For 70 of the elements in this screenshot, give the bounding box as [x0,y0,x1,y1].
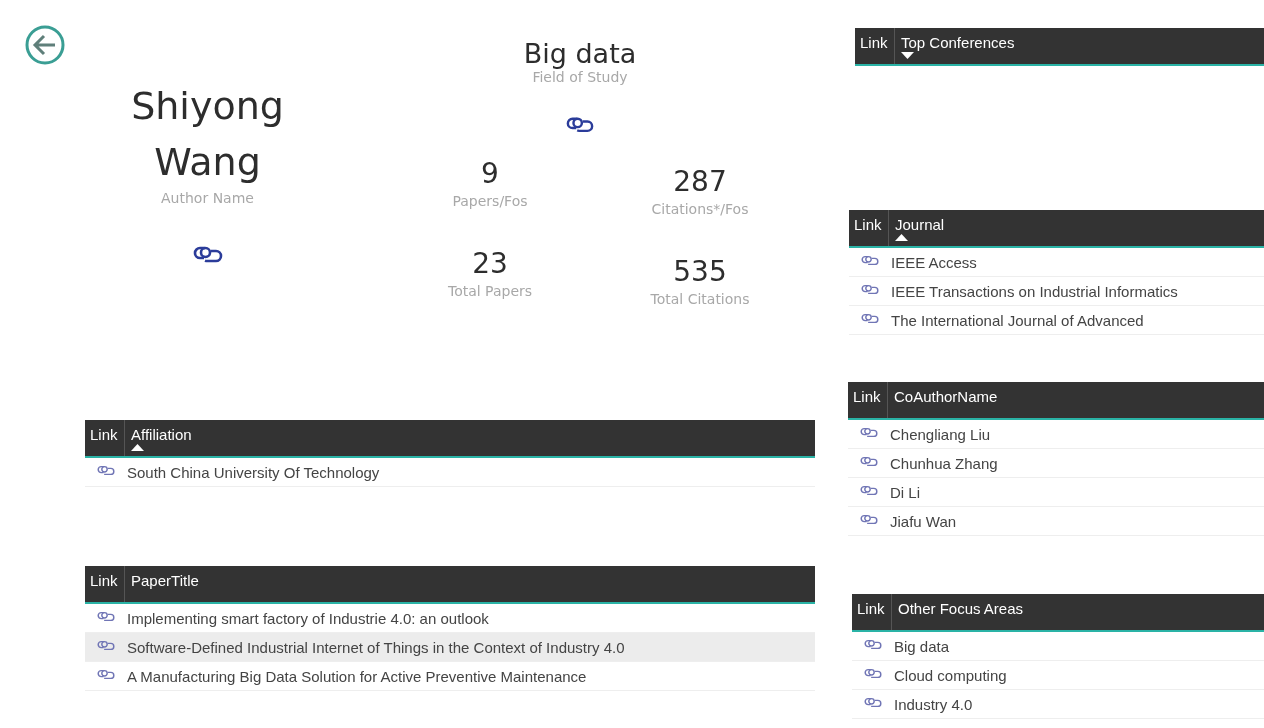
link-icon[interactable] [861,311,879,325]
table-row[interactable]: Jiafu Wan [848,507,1264,536]
table-cell: The International Journal of Advanced [891,311,1144,329]
field-label: Field of Study [532,69,628,85]
table-cell: Di Li [890,483,920,501]
table-cell: Jiafu Wan [890,512,957,530]
column-header[interactable]: Top Conferences [901,34,1015,51]
link-icon[interactable] [860,483,878,497]
table-row[interactable]: Big data [852,632,1264,661]
table-cell: Industry 4.0 [894,695,973,713]
column-header[interactable]: Link [85,566,125,602]
link-icon[interactable] [566,115,594,135]
table-row[interactable]: Industry 4.0 [852,690,1264,719]
link-icon[interactable] [860,425,878,439]
kpi-label: Total Citations [650,290,750,307]
table-row[interactable]: South China University Of Technology [85,458,815,487]
field-name: Big data [523,38,637,69]
table-cell: IEEE Transactions on Industrial Informatics [891,282,1178,300]
column-header[interactable]: Link [85,420,125,456]
table-cell: Software-Defined Industrial Internet of Things in the Context of Industry 4.0 [127,638,625,656]
kpi-value: 535 [673,253,727,290]
table-row[interactable]: Cloud computing [852,661,1264,690]
sort-ascending-icon[interactable] [131,444,144,451]
table-cell: Implementing smart factory of Industrie 4.0: an outlook [127,609,489,627]
column-header[interactable]: Link [855,28,895,64]
table-row[interactable]: The International Journal of Advanced [849,306,1264,335]
kpi-label: Papers/Fos [452,192,528,209]
column-header[interactable]: Link [848,382,888,418]
link-icon[interactable] [864,637,882,651]
link-icon[interactable] [192,244,223,265]
kpi-label: Citations*/Fos [651,200,749,217]
table-row[interactable]: IEEE Access [849,248,1264,277]
link-icon[interactable] [861,253,879,267]
column-header[interactable]: Affiliation [131,426,192,443]
table-cell: Big data [894,637,950,655]
table-row[interactable]: A Manufacturing Big Data Solution for Active Preventive Maintenance [85,662,815,691]
table-row[interactable]: IEEE Transactions on Industrial Informatics [849,277,1264,306]
kpi-value: 9 [481,155,499,192]
table-row[interactable]: Chunhua Zhang [848,449,1264,478]
table-cell: Chunhua Zhang [890,454,998,472]
kpi-value: 23 [472,245,508,282]
table-cell: A Manufacturing Big Data Solution for Active Preventive Maintenance [127,667,587,685]
author-label: Author Name [161,190,254,206]
table-row[interactable]: Software-Defined Industrial Internet of Things in the Context of Industry 4.0 [85,633,815,662]
column-header[interactable]: Other Focus Areas [898,600,1024,617]
table-cell: South China University Of Technology [127,463,380,481]
table-row[interactable]: Chengliang Liu [848,420,1264,449]
column-header[interactable]: Link [852,594,892,630]
link-icon[interactable] [860,454,878,468]
author-name: Shiyong Wang [130,83,285,186]
table-row[interactable]: Di Li [848,478,1264,507]
link-icon[interactable] [864,695,882,709]
link-icon[interactable] [97,463,115,477]
column-header[interactable]: PaperTitle [131,572,199,589]
column-header[interactable]: CoAuthorName [894,388,998,405]
link-icon[interactable] [860,512,878,526]
kpi-value: 287 [673,163,727,200]
sort-descending-icon[interactable] [901,52,914,59]
table-cell: Cloud computing [894,666,1007,684]
table-cell: Chengliang Liu [890,425,991,443]
column-header[interactable]: Journal [895,216,945,233]
sort-ascending-icon[interactable] [895,234,908,241]
column-header[interactable]: Link [849,210,889,246]
link-icon[interactable] [861,282,879,296]
back-button[interactable] [24,24,66,66]
link-icon[interactable] [97,667,115,681]
kpi-label: Total Papers [447,282,533,299]
link-icon[interactable] [97,609,115,623]
table-cell: IEEE Access [891,253,977,271]
link-icon[interactable] [864,666,882,680]
